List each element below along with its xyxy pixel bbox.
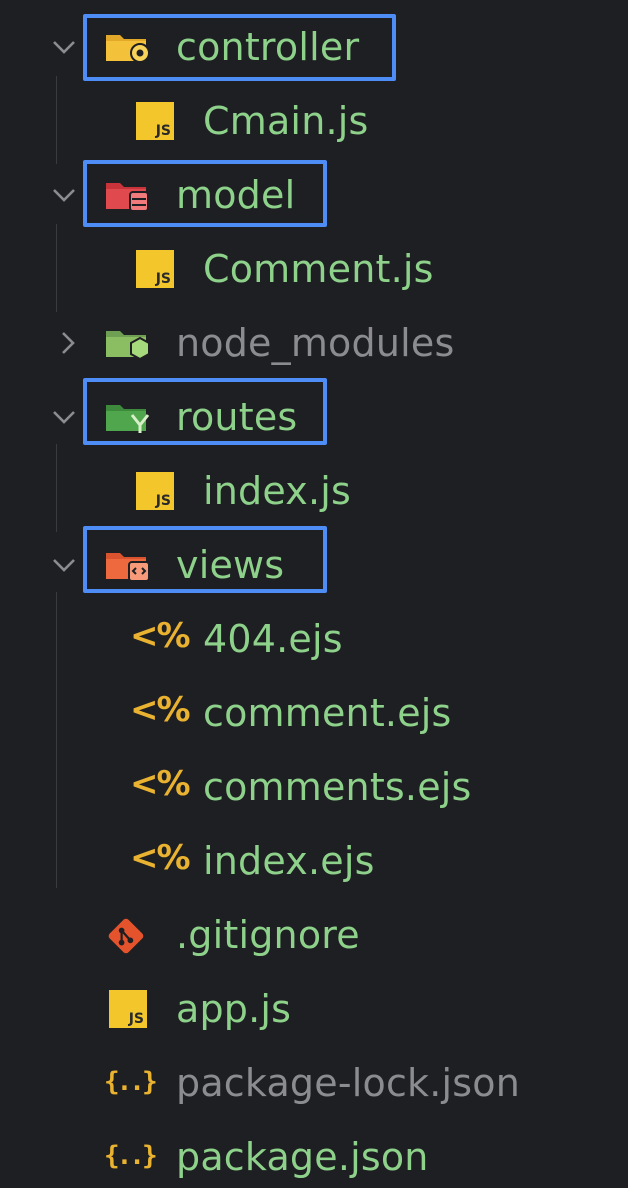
tree-item-label: 404.ejs xyxy=(203,617,343,661)
file-explorer-tree: controller JS Cmain.js model JS Comment.… xyxy=(0,0,628,1188)
tree-item-node-modules[interactable]: node_modules xyxy=(0,306,628,380)
tree-item-label: package.json xyxy=(176,1135,429,1179)
json-file-icon: {..} xyxy=(104,1067,158,1097)
tree-item-label: model xyxy=(176,173,296,217)
tree-item-index-ejs[interactable]: <% index.ejs xyxy=(0,824,628,898)
ejs-file-icon: <% xyxy=(130,690,191,730)
folder-node-icon xyxy=(106,331,150,361)
tree-item-routes[interactable]: routes xyxy=(0,380,628,454)
chevron-down-icon[interactable] xyxy=(50,403,78,431)
tree-item-gitignore[interactable]: .gitignore xyxy=(0,898,628,972)
tree-item-package-json[interactable]: {..} package.json xyxy=(0,1120,628,1188)
tree-item-app-js[interactable]: JS app.js xyxy=(0,972,628,1046)
tree-item-index-js[interactable]: JS index.js xyxy=(0,454,628,528)
tree-item-label: package-lock.json xyxy=(176,1061,521,1105)
tree-item-comment-js[interactable]: JS Comment.js xyxy=(0,232,628,306)
folder-views-icon xyxy=(106,553,150,582)
tree-item-controller[interactable]: controller xyxy=(0,10,628,84)
js-file-icon: JS xyxy=(136,102,174,140)
js-file-icon: JS xyxy=(136,472,174,510)
tree-item-label: Cmain.js xyxy=(203,99,369,143)
chevron-down-icon[interactable] xyxy=(50,33,78,61)
tree-item-label: index.js xyxy=(203,469,351,513)
git-icon xyxy=(108,918,144,954)
ejs-file-icon: <% xyxy=(130,616,191,656)
tree-item-label: comment.ejs xyxy=(203,691,452,735)
ejs-file-icon: <% xyxy=(130,838,191,878)
json-file-icon: {..} xyxy=(104,1141,158,1171)
folder-routes-icon xyxy=(106,405,150,433)
folder-controller-icon xyxy=(106,35,150,63)
js-file-icon: JS xyxy=(136,250,174,288)
tree-item-cmain-js[interactable]: JS Cmain.js xyxy=(0,84,628,158)
tree-item-label: node_modules xyxy=(176,321,455,365)
chevron-down-icon[interactable] xyxy=(50,551,78,579)
tree-item-label: index.ejs xyxy=(203,839,375,883)
tree-item-label: comments.ejs xyxy=(203,765,472,809)
tree-item-label: views xyxy=(176,543,285,587)
tree-item-label: .gitignore xyxy=(176,913,360,957)
tree-item-package-lock-json[interactable]: {..} package-lock.json xyxy=(0,1046,628,1120)
tree-item-views[interactable]: views xyxy=(0,528,628,602)
ejs-file-icon: <% xyxy=(130,764,191,804)
chevron-right-icon[interactable] xyxy=(54,329,82,357)
tree-item-model[interactable]: model xyxy=(0,158,628,232)
folder-model-icon xyxy=(106,183,149,212)
js-file-icon: JS xyxy=(109,990,147,1028)
tree-item-404-ejs[interactable]: <% 404.ejs xyxy=(0,602,628,676)
tree-item-label: controller xyxy=(176,25,360,69)
tree-item-label: app.js xyxy=(176,987,292,1031)
tree-item-label: Comment.js xyxy=(203,247,434,291)
tree-item-label: routes xyxy=(176,395,298,439)
chevron-down-icon[interactable] xyxy=(50,181,78,209)
tree-item-comments-ejs[interactable]: <% comments.ejs xyxy=(0,750,628,824)
tree-item-comment-ejs[interactable]: <% comment.ejs xyxy=(0,676,628,750)
